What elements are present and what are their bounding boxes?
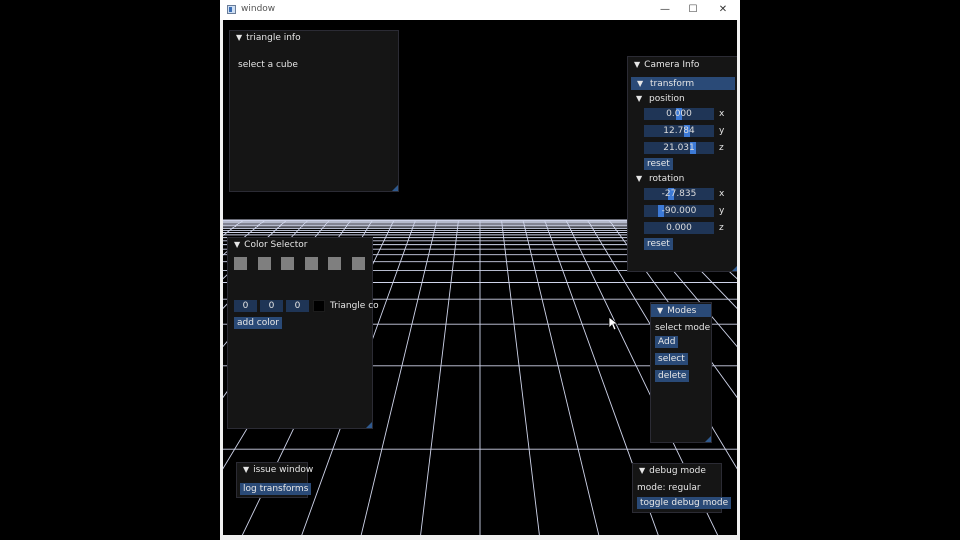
rotation-z-value: 0.000 [666,223,692,233]
position-label: position [649,94,685,104]
add-mode-button[interactable]: Add [655,336,679,348]
color-swatch[interactable] [351,257,365,270]
panel-title: Camera Info [644,60,700,70]
position-z-field[interactable]: 21.031 [644,142,714,154]
transform-label: transform [650,79,695,89]
resize-grip[interactable] [705,436,711,442]
debug-mode-panel: ▼ debug mode mode: regular toggle debug m… [632,463,732,513]
rotation-node[interactable]: ▼ rotation [636,173,684,185]
position-x-field[interactable]: 0.000 [644,108,714,120]
panel-title: issue window [253,465,314,475]
position-y-value: 12.784 [663,126,695,136]
delete-mode-button[interactable]: delete [655,370,690,382]
position-z-value: 21.031 [663,143,695,153]
camera-info-panel: ▼ Camera Info ▼ transform ▼ position 0.00… [627,56,737,272]
rotation-z-field[interactable]: 0.000 [644,222,714,234]
issue-window-panel: ▼ issue window log transforms [236,462,313,498]
issue-window-header[interactable]: ▼ issue window [237,463,313,476]
collapse-icon[interactable]: ▼ [243,465,249,474]
collapse-icon[interactable]: ▼ [657,306,663,315]
color-swatch[interactable] [234,257,247,270]
position-node[interactable]: ▼ position [636,93,685,105]
rotation-x-value: -27.835 [661,189,697,199]
triangle-info-header[interactable]: ▼ triangle info [230,31,398,44]
collapse-icon[interactable]: ▼ [636,94,642,103]
close-button[interactable]: ✕ [712,2,734,18]
3d-viewport[interactable]: ▼ triangle info select a cube ▼ Camera Inf… [223,20,737,535]
app-window: window — ☐ ✕ ▼ triangle info select a cub… [220,0,740,540]
red-input[interactable]: 0 [234,300,257,312]
color-selector-panel: ▼ Color Selector 0 0 0 Triangle co add co… [227,237,379,429]
maximize-button[interactable]: ☐ [682,2,704,18]
collapse-icon[interactable]: ▼ [634,60,640,69]
color-swatch[interactable] [328,257,341,270]
modes-panel: ▼ Modes select mode Add select delete [650,302,712,443]
color-swatch[interactable] [257,257,271,270]
rotation-y-value: -90.000 [661,206,697,216]
resize-grip[interactable] [366,422,372,428]
title-bar: window — ☐ ✕ [220,0,740,20]
collapse-icon[interactable]: ▼ [637,79,643,88]
window-title: window [241,4,276,14]
position-reset-button[interactable]: reset [644,158,673,170]
panel-title: Color Selector [244,240,308,250]
collapse-icon[interactable]: ▼ [236,33,242,42]
resize-grip[interactable] [732,265,737,271]
position-x-value: 0.000 [666,109,692,119]
position-y-field[interactable]: 12.784 [644,125,714,137]
triangle-color-label: Triangle co [330,301,379,311]
minimize-button[interactable]: — [654,2,676,18]
modes-header[interactable]: ▼ Modes [651,304,711,317]
debug-mode-status: mode: regular [637,483,701,493]
axis-label-x: x [719,109,725,119]
triangle-info-message: select a cube [238,60,298,70]
color-selector-header[interactable]: ▼ Color Selector [228,238,372,251]
resize-grip[interactable] [392,185,398,191]
rotation-y-field[interactable]: -90.000 [644,205,714,217]
collapse-icon[interactable]: ▼ [636,174,642,183]
debug-mode-header[interactable]: ▼ debug mode [633,464,721,477]
axis-label-x: x [719,189,725,199]
log-transforms-button[interactable]: log transforms [240,483,312,495]
color-preview[interactable] [313,300,325,312]
color-swatch[interactable] [281,257,294,270]
green-input[interactable]: 0 [260,300,283,312]
mouse-cursor-icon [608,316,618,331]
axis-label-y: y [719,206,725,216]
collapse-icon[interactable]: ▼ [234,240,240,249]
panel-title: triangle info [246,33,301,43]
collapse-icon[interactable]: ▼ [639,466,645,475]
panel-title: debug mode [649,466,706,476]
transform-node[interactable]: ▼ transform [631,77,735,90]
axis-label-z: z [719,223,724,233]
axis-label-z: z [719,143,724,153]
triangle-info-panel: ▼ triangle info select a cube [229,30,399,192]
axis-label-y: y [719,126,725,136]
toggle-debug-mode-button[interactable]: toggle debug mode [637,497,732,509]
rotation-x-field[interactable]: -27.835 [644,188,714,200]
color-swatch[interactable] [304,257,318,270]
blue-input[interactable]: 0 [286,300,309,312]
add-color-button[interactable]: add color [234,317,282,329]
rotation-reset-button[interactable]: reset [644,238,673,250]
camera-info-header[interactable]: ▼ Camera Info [628,58,737,71]
select-mode-button[interactable]: select [655,353,688,365]
panel-title: Modes [667,306,697,316]
app-icon [227,5,236,14]
mode-status: select mode [655,323,711,333]
rotation-label: rotation [649,174,685,184]
